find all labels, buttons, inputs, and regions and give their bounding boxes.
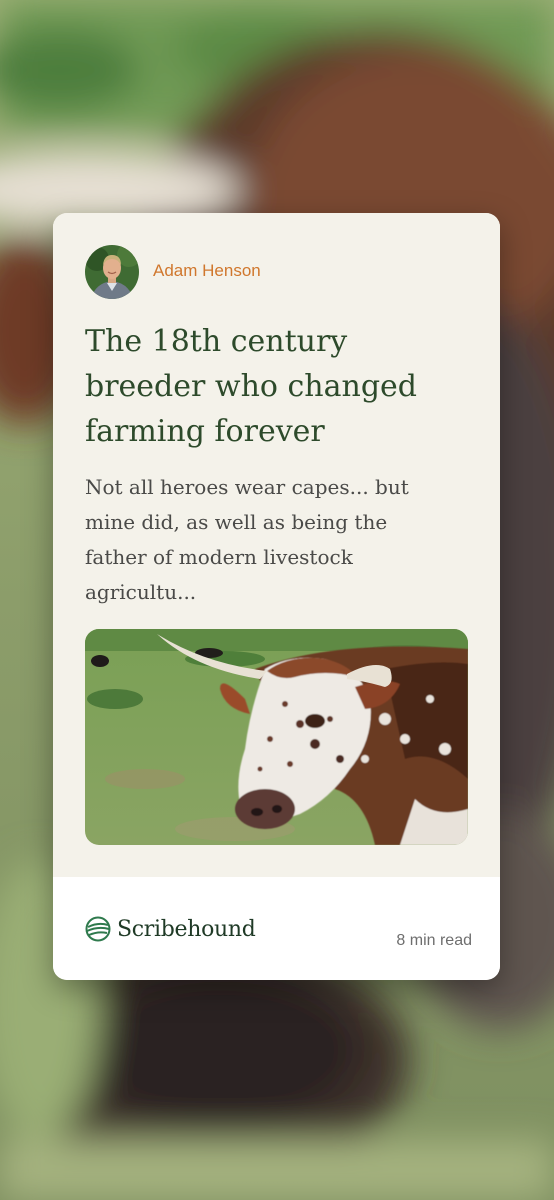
article-image: [85, 629, 468, 845]
article-card[interactable]: Adam Henson The 18th century breeder who…: [53, 213, 500, 980]
article-excerpt: Not all heroes wear capes... but mine di…: [85, 475, 409, 604]
scribehound-globe-icon: [85, 916, 111, 942]
brand-name: Scribehound: [117, 916, 256, 942]
read-time-label: 8 min read: [396, 932, 472, 949]
article-title[interactable]: The 18th century breeder who changed far…: [85, 319, 465, 454]
card-footer: Scribehound 8 min read: [53, 877, 500, 980]
brand-logo[interactable]: Scribehound: [85, 915, 256, 943]
author-avatar: [85, 245, 139, 299]
author-name[interactable]: Adam Henson: [153, 259, 261, 283]
card-body: Adam Henson The 18th century breeder who…: [53, 213, 500, 877]
